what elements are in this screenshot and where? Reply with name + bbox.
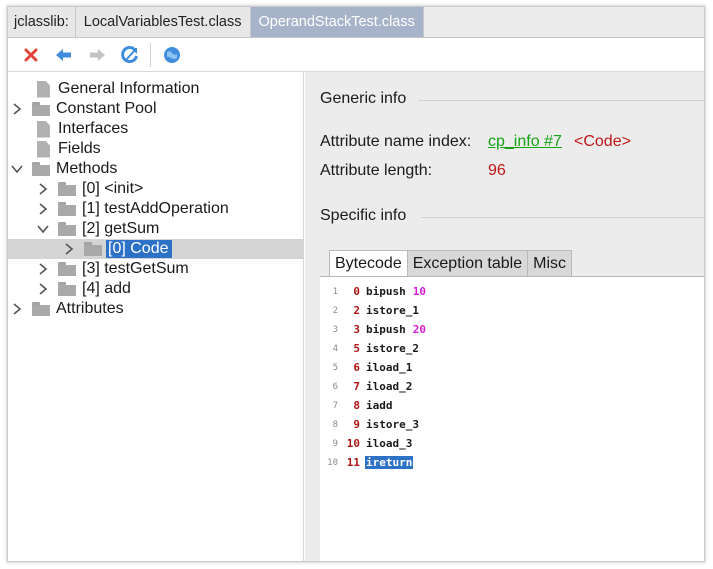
- tree-node-constant-pool[interactable]: Constant Pool: [10, 99, 157, 119]
- bytecode-line: 6 7 iload_2: [332, 380, 413, 393]
- forward-icon: [89, 48, 105, 61]
- folder-icon: [58, 262, 76, 276]
- attribute-name-index-label: Attribute name index:: [320, 133, 472, 150]
- folder-icon: [84, 242, 102, 256]
- back-button[interactable]: [47, 41, 80, 69]
- bytecode-line: 10 11 ireturn: [327, 456, 414, 469]
- folder-icon: [58, 182, 76, 196]
- section-divider: [418, 100, 704, 101]
- file-icon: [37, 120, 50, 138]
- tab-operand-stack-test[interactable]: OperandStackTest.class: [250, 7, 424, 37]
- specific-info-title: Specific info: [320, 207, 407, 224]
- chevron-down-icon[interactable]: [10, 159, 24, 179]
- toolbar: [8, 38, 704, 72]
- back-icon: [55, 48, 71, 61]
- attribute-length-value: 96: [488, 162, 506, 179]
- bytecode-line: 4 5 istore_2: [332, 342, 419, 355]
- tree-node-method-test-add-operation[interactable]: [1] testAddOperation: [36, 199, 229, 219]
- attribute-length-label: Attribute length:: [320, 162, 433, 179]
- tree-label: [3] testGetSum: [82, 260, 189, 277]
- tree-label: Fields: [58, 140, 101, 157]
- folder-icon: [58, 282, 76, 296]
- folder-icon: [32, 162, 50, 176]
- tree-label: Constant Pool: [56, 100, 157, 117]
- bytecode-line: 5 6 iload_1: [332, 361, 413, 374]
- chevron-right-icon[interactable]: [62, 239, 76, 259]
- class-tree: General Information Constant Pool Interf…: [8, 72, 304, 561]
- tab-bytecode[interactable]: Bytecode: [329, 250, 408, 277]
- tab-local-variables-test[interactable]: LocalVariablesTest.class: [75, 7, 251, 37]
- tree-node-attributes[interactable]: Attributes: [10, 299, 124, 319]
- tree-node-method-get-sum[interactable]: [2] getSum: [36, 219, 159, 239]
- chevron-right-icon[interactable]: [36, 279, 50, 299]
- reload-icon: [120, 45, 138, 63]
- bytecode-tabs: Bytecode Exception table Misc: [329, 250, 573, 277]
- bytecode-view[interactable]: 1 0 bipush 10 2 2 istore_1 3 3 bipush 20…: [320, 276, 704, 561]
- chevron-right-icon[interactable]: [36, 179, 50, 199]
- bytecode-line: 2 2 istore_1: [332, 304, 419, 317]
- bytecode-line: 7 8 iadd: [332, 399, 393, 412]
- tree-node-interfaces[interactable]: Interfaces: [10, 119, 128, 139]
- bytecode-line: 1 0 bipush 10: [332, 285, 426, 298]
- tree-label: [0] Code: [106, 240, 173, 258]
- tab-exception-table[interactable]: Exception table: [406, 250, 529, 276]
- web-button[interactable]: [155, 41, 188, 69]
- tree-node-method-add[interactable]: [4] add: [36, 279, 131, 299]
- file-icon: [37, 80, 50, 98]
- attribute-name-value: <Code>: [574, 133, 631, 150]
- chevron-down-icon[interactable]: [36, 219, 50, 239]
- tab-misc[interactable]: Misc: [527, 250, 573, 276]
- reload-button[interactable]: [113, 41, 146, 69]
- tree-node-general-information[interactable]: General Information: [10, 79, 199, 99]
- web-icon: [163, 46, 180, 63]
- folder-icon: [58, 202, 76, 216]
- tree-node-fields[interactable]: Fields: [10, 139, 101, 159]
- app-window: jclasslib: LocalVariablesTest.class Oper…: [7, 6, 705, 562]
- tree-label: Interfaces: [58, 120, 129, 137]
- tree-node-method-test-get-sum[interactable]: [3] testGetSum: [36, 259, 189, 279]
- tree-node-methods[interactable]: Methods: [10, 159, 117, 179]
- tree-label: [1] testAddOperation: [82, 200, 229, 217]
- tree-label: [2] getSum: [82, 220, 160, 237]
- folder-icon: [32, 302, 50, 316]
- tree-label: [4] add: [82, 280, 131, 297]
- bytecode-line: 9 10 iload_3: [332, 437, 413, 450]
- chevron-right-icon[interactable]: [36, 259, 50, 279]
- tree-node-method-init[interactable]: [0] <init>: [36, 179, 143, 199]
- chevron-right-icon[interactable]: [36, 199, 50, 219]
- bytecode-line: 3 3 bipush 20: [332, 323, 426, 336]
- tab-bar: jclasslib: LocalVariablesTest.class Oper…: [8, 7, 704, 38]
- folder-icon: [58, 222, 76, 236]
- close-icon: [24, 48, 37, 61]
- file-icon: [37, 140, 50, 158]
- cp-info-link[interactable]: cp_info #7: [488, 133, 562, 151]
- tree-label: Attributes: [56, 300, 124, 317]
- generic-info-title: Generic info: [320, 90, 407, 107]
- tree-label: General Information: [58, 80, 200, 97]
- folder-icon: [32, 102, 50, 116]
- close-button[interactable]: [14, 41, 47, 69]
- chevron-right-icon[interactable]: [10, 99, 24, 119]
- section-divider: [421, 217, 704, 218]
- bytecode-line: 8 9 istore_3: [332, 418, 419, 431]
- forward-button[interactable]: [80, 41, 113, 69]
- selected-instruction[interactable]: ireturn: [365, 456, 414, 469]
- tab-jclasslib[interactable]: jclasslib:: [8, 7, 76, 37]
- tree-label: [0] <init>: [82, 180, 144, 197]
- chevron-right-icon[interactable]: [10, 299, 24, 319]
- tree-node-code[interactable]: [0] Code: [62, 239, 173, 259]
- toolbar-separator: [150, 42, 151, 67]
- detail-panel: Generic info Attribute name index: cp_in…: [305, 72, 704, 561]
- tree-label: Methods: [56, 160, 118, 177]
